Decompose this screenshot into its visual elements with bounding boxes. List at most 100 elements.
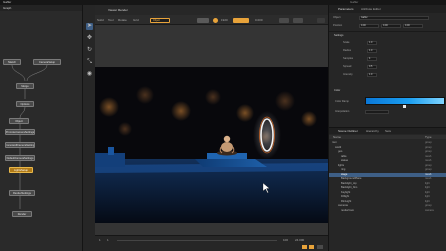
outliner-row-name: stage bbox=[341, 172, 348, 176]
node-object[interactable]: Object bbox=[9, 118, 29, 124]
node-merge[interactable]: Merge bbox=[16, 83, 34, 89]
outliner-row-name: RimLight bbox=[341, 199, 352, 203]
param-field[interactable]: 4 bbox=[367, 57, 377, 61]
node-name-field[interactable]: Gaffer bbox=[359, 16, 429, 20]
param-field[interactable]: 1.0 bbox=[367, 73, 377, 77]
outliner-row[interactable]: stage mesh bbox=[329, 172, 446, 177]
toolbar-item-2[interactable]: Tool bbox=[108, 19, 114, 22]
translate-icon[interactable]: ✥ bbox=[86, 35, 93, 42]
hierarchy-tab[interactable]: Hierarchy bbox=[366, 130, 379, 133]
timeline-track[interactable] bbox=[117, 240, 277, 241]
viewer-settings-button[interactable] bbox=[317, 17, 325, 23]
node-render[interactable]: Render bbox=[12, 211, 32, 217]
position-x-field[interactable]: 0.00 bbox=[359, 24, 379, 28]
node-camera-setup[interactable]: CameraSetup bbox=[33, 59, 61, 65]
sets-tab[interactable]: Sets bbox=[385, 130, 391, 133]
lut-dropdown[interactable] bbox=[293, 17, 303, 23]
expose-value[interactable]: 0.000 bbox=[255, 19, 263, 22]
outliner-row-type: mesh bbox=[425, 177, 432, 180]
outliner-row-name: cameras bbox=[338, 204, 348, 207]
outliner-row-type: light bbox=[425, 195, 430, 198]
outliner-row-type: group bbox=[425, 204, 432, 207]
param-field[interactable]: 1.0 bbox=[367, 41, 377, 45]
outliner-row[interactable]: statue mesh bbox=[329, 159, 446, 163]
param-label: Spread bbox=[343, 65, 352, 68]
toolbar-item-4[interactable]: Grid bbox=[133, 19, 139, 22]
toolbar-item-3[interactable]: Rotate bbox=[118, 19, 127, 22]
attribute-editor-tab[interactable]: Attribute Editor bbox=[361, 8, 381, 11]
param-label: Scale bbox=[343, 41, 350, 44]
node-promote-camera[interactable]: PromoteCameraSettings bbox=[5, 129, 35, 135]
outliner-row[interactable]: world group bbox=[329, 146, 446, 150]
outliner-row[interactable]: geo group bbox=[329, 150, 446, 154]
viewer-tab[interactable]: Viewer Render bbox=[108, 9, 128, 12]
outliner-row-name: geo bbox=[338, 150, 343, 153]
outliner-row-name: lights bbox=[338, 163, 345, 167]
outliner-row[interactable]: ring group bbox=[329, 168, 446, 172]
scale-icon[interactable]: ⤡ bbox=[86, 59, 93, 66]
node-options[interactable]: Options bbox=[16, 101, 34, 107]
parameters-tab[interactable]: Parameters bbox=[338, 8, 354, 11]
outliner-row[interactable]: RimLight light bbox=[329, 200, 446, 204]
app-menu[interactable]: Gaffer bbox=[3, 1, 11, 4]
divider bbox=[329, 31, 446, 32]
outliner-row[interactable]: Backlight_top light bbox=[329, 182, 446, 186]
outliner-row[interactable]: table mesh bbox=[329, 155, 446, 159]
gradient-label: Color Ramp bbox=[335, 100, 349, 103]
outliner-row[interactable]: Backlight_btm light bbox=[329, 186, 446, 190]
position-z-field[interactable]: 0.00 bbox=[403, 24, 423, 28]
param-label: Samples bbox=[343, 57, 354, 60]
outliner-row[interactable]: cameras group bbox=[329, 204, 446, 208]
play-button[interactable] bbox=[302, 245, 307, 249]
settings-section-header[interactable]: Settings bbox=[334, 34, 343, 38]
gnomon-icon[interactable] bbox=[213, 17, 218, 23]
loop-button[interactable] bbox=[317, 245, 323, 249]
fps-value[interactable]: 24.000 bbox=[295, 239, 304, 242]
color-section-header[interactable]: Color bbox=[334, 89, 340, 93]
channel-dropdown[interactable] bbox=[279, 17, 289, 23]
rotate-icon[interactable]: ↻ bbox=[86, 47, 93, 54]
column-type[interactable]: Type bbox=[425, 135, 432, 139]
select-icon[interactable]: ➤ bbox=[86, 23, 93, 30]
outliner-row-type: mesh bbox=[425, 159, 432, 162]
outliner-row[interactable]: renderCam camera bbox=[329, 209, 446, 213]
node-sketch[interactable]: Sketch bbox=[3, 59, 21, 65]
node-promote-all[interactable]: PromoteAllCameraSettings bbox=[5, 142, 35, 148]
resolution-value[interactable]: 1920 bbox=[221, 19, 228, 22]
outliner-row-type: camera bbox=[425, 208, 434, 212]
node-lights-setup[interactable]: LightsSetup bbox=[9, 167, 33, 173]
color-ramp[interactable] bbox=[365, 97, 445, 105]
outliner-row-name: BackgroundPlane bbox=[341, 177, 362, 180]
outliner-row[interactable]: Keylight light bbox=[329, 191, 446, 195]
render-toggle[interactable] bbox=[233, 17, 249, 23]
outliner-row[interactable]: root group bbox=[329, 141, 446, 145]
outliner-row[interactable]: Filllight light bbox=[329, 195, 446, 199]
node-render-settings[interactable]: RenderSettings bbox=[9, 190, 35, 196]
interpolation-dropdown[interactable] bbox=[365, 110, 389, 114]
node-graph-panel[interactable]: Graph Sketch CameraSetup Merge Options O… bbox=[0, 5, 82, 251]
ramp-handle[interactable] bbox=[403, 105, 406, 108]
param-field[interactable]: 1.0 bbox=[367, 49, 377, 53]
param-field[interactable]: 0.5 bbox=[367, 65, 377, 69]
outliner-tab[interactable]: Scene Outliner bbox=[338, 130, 358, 133]
outliner-row-type: light bbox=[425, 190, 430, 194]
position-y-field[interactable]: 0.00 bbox=[381, 24, 401, 28]
outliner-row-name: Backlight_top bbox=[341, 181, 357, 185]
outliner-row[interactable]: BackgroundPlane mesh bbox=[329, 177, 446, 181]
column-name[interactable]: Name bbox=[333, 135, 341, 139]
viewer-panel: Viewer Render Solid Tool Rotate Grid Obj… bbox=[95, 5, 328, 251]
outliner-row[interactable]: lights group bbox=[329, 164, 446, 168]
scene-outliner-panel: Scene Outliner Hierarchy Sets Name Type … bbox=[328, 127, 446, 251]
camera-icon[interactable]: ◉ bbox=[86, 71, 93, 78]
render-image[interactable] bbox=[95, 67, 328, 223]
frame-start[interactable]: 1 bbox=[99, 239, 101, 242]
frame-current[interactable]: 1 bbox=[107, 239, 109, 242]
outliner-row-name: Filllight bbox=[341, 195, 350, 198]
toolbar-item-1[interactable]: Solid bbox=[97, 19, 104, 22]
frame-end[interactable]: 100 bbox=[283, 239, 288, 242]
node-default-camera[interactable]: DefaultCameraSettings bbox=[5, 155, 35, 161]
view-mode-button[interactable] bbox=[197, 17, 209, 23]
step-button[interactable] bbox=[309, 245, 314, 249]
outliner-row-name: statue bbox=[341, 159, 349, 162]
camera-dropdown[interactable]: Object bbox=[150, 17, 170, 23]
